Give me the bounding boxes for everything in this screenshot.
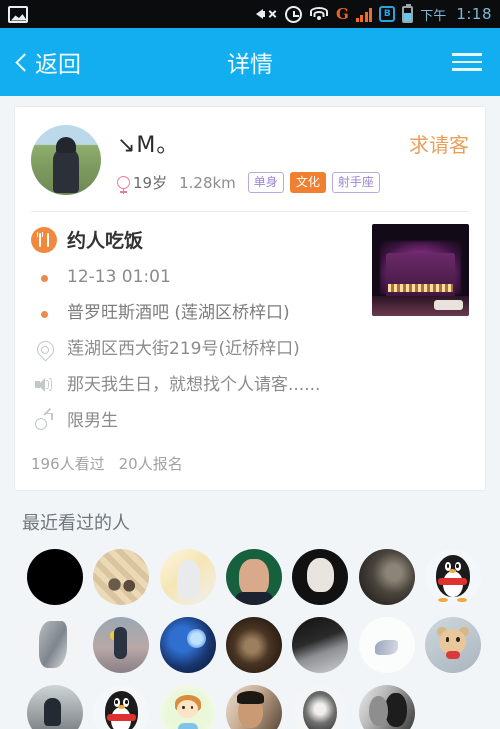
- chevron-left-icon: [15, 52, 34, 72]
- event-address: 莲湖区西大街219号(近桥梓口): [67, 338, 300, 359]
- avatar-bw-couple[interactable]: [358, 684, 415, 729]
- request-treat-button[interactable]: 求请客: [409, 129, 469, 158]
- navigation-bar: 返回 详情: [0, 28, 500, 96]
- tag-culture: 文化: [289, 172, 326, 193]
- event-note: 那天我生日，就想找个人请客......: [67, 374, 321, 395]
- venue-photo[interactable]: [372, 224, 469, 316]
- avatar-qq-penguin[interactable]: [424, 548, 481, 605]
- hamburger-menu-icon[interactable]: [452, 53, 482, 71]
- event-title: 约人吃饭: [67, 230, 144, 252]
- status-bar: G B 下午 1:18: [0, 0, 500, 28]
- meal-icon: [31, 226, 57, 253]
- event-datetime: 12-13 01:01: [67, 267, 171, 287]
- avatar-group-photo[interactable]: [93, 548, 150, 605]
- event-section: 约人吃饭 12-13 01:01 普罗旺斯酒吧 (莲湖区桥梓口) 莲湖区西大街2…: [15, 212, 485, 447]
- app-icon: B: [379, 6, 396, 22]
- status-time: 1:18: [456, 5, 492, 23]
- event-venue: 普罗旺斯酒吧 (莲湖区桥梓口): [67, 302, 290, 323]
- profile-distance: 1.28km: [179, 173, 236, 192]
- bullet-dot-icon: [40, 310, 48, 318]
- recent-viewers-section: 最近看过的人: [0, 491, 500, 729]
- stat-signups: 20人报名: [118, 454, 183, 473]
- avatar-green-portrait[interactable]: [225, 548, 282, 605]
- back-button[interactable]: 返回: [15, 45, 81, 79]
- signal-icon: [355, 7, 373, 22]
- avatar-dark-portrait[interactable]: [358, 548, 415, 605]
- event-gender-requirement: 限男生: [67, 410, 118, 431]
- event-address-row: 莲湖区西大街219号(近桥梓口): [31, 338, 469, 361]
- avatar-man-portrait[interactable]: [225, 684, 282, 729]
- profile-section[interactable]: ↘M。 19岁 1.28km 单身 文化 射手座 求请客: [15, 107, 485, 211]
- status-bar-right: G B 下午 1:18: [255, 3, 492, 24]
- mute-icon: [255, 6, 278, 22]
- avatar-skater[interactable]: [93, 616, 150, 673]
- tag-zodiac: 射手座: [331, 172, 380, 193]
- avatar-space[interactable]: [159, 616, 216, 673]
- avatar-bw-landscape[interactable]: [292, 616, 349, 673]
- avatar-dark-figure[interactable]: [225, 616, 282, 673]
- gallery-icon: [8, 5, 28, 23]
- avatar-black[interactable]: [27, 548, 84, 605]
- avatar-stone[interactable]: [27, 616, 84, 673]
- detail-card: ↘M。 19岁 1.28km 单身 文化 射手座 求请客 约人吃饭 12-13 …: [14, 106, 486, 491]
- event-note-row: 那天我生日，就想找个人请客......: [31, 374, 469, 397]
- avatar-bw-woman[interactable]: [292, 684, 349, 729]
- speaker-icon: [35, 377, 53, 393]
- avatar-bw-portrait[interactable]: [292, 548, 349, 605]
- wifi-icon: [309, 6, 329, 22]
- profile-age: 19岁: [133, 174, 168, 192]
- male-icon: [35, 407, 53, 431]
- avatar-teddy-bear[interactable]: [424, 616, 481, 673]
- recent-viewers-title: 最近看过的人: [22, 512, 130, 534]
- status-bar-left: [8, 5, 28, 23]
- avatar-qq-penguin-2[interactable]: [93, 684, 150, 729]
- event-stats: 196人看过 20人报名: [15, 447, 485, 490]
- avatar-cartoon-boy[interactable]: [159, 684, 216, 729]
- avatar-yellow-portrait[interactable]: [159, 548, 216, 605]
- stat-views: 196人看过: [31, 454, 105, 473]
- status-ampm: 下午: [420, 8, 447, 24]
- battery-icon: [402, 3, 414, 23]
- avatar-white-faint[interactable]: [358, 616, 415, 673]
- avatar[interactable]: [31, 125, 101, 195]
- back-button-label: 返回: [35, 52, 81, 78]
- profile-meta: 19岁 1.28km 单身 文化 射手座: [117, 172, 469, 194]
- female-icon: [117, 176, 130, 194]
- event-gender-requirement-row: 限男生: [31, 407, 469, 433]
- alarm-icon: [284, 5, 302, 23]
- bullet-dot-icon: [40, 275, 48, 282]
- g-network-icon: G: [335, 4, 349, 23]
- tag-single: 单身: [247, 172, 284, 193]
- avatar-bike-rider[interactable]: [27, 684, 84, 729]
- location-pin-icon: [36, 341, 53, 359]
- recent-viewers-grid: [22, 548, 486, 729]
